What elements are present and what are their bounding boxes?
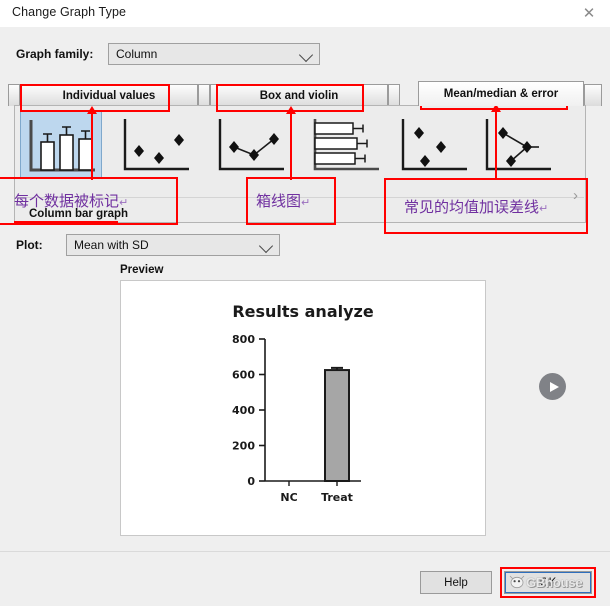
y-tick-label: 200 (232, 440, 255, 453)
gallery-item-connected-mean-error[interactable] (477, 111, 559, 179)
play-triangle (550, 382, 559, 392)
plot-dropdown[interactable]: Mean with SD (66, 234, 280, 256)
dialog-title: Change Graph Type (12, 5, 126, 19)
chevron-down-icon (259, 239, 273, 253)
change-graph-type-dialog: Change Graph Type ✕ Graph family: Column… (0, 0, 610, 606)
chart-bars (325, 368, 349, 481)
close-icon[interactable]: ✕ (574, 2, 604, 24)
graph-family-dropdown[interactable]: Column (108, 43, 320, 65)
play-icon[interactable] (539, 373, 566, 400)
tab-label: Mean/median & error (444, 88, 558, 100)
scatter-mean-error-icon (393, 111, 475, 179)
gallery-item-scatter-dot-plot[interactable] (115, 111, 197, 179)
y-axis-ticks: 0 200 400 600 800 (232, 333, 265, 488)
chevron-right-icon[interactable]: › (573, 187, 578, 204)
tab-gap-1 (198, 84, 210, 106)
plot-label: Plot: (16, 238, 43, 252)
before-after-line-icon (210, 111, 292, 179)
graph-type-gallery: › Column bar graph (14, 105, 586, 223)
preview-label: Preview (120, 264, 163, 276)
tab-scroll-right[interactable] (584, 84, 602, 106)
y-tick-label: 400 (232, 404, 255, 417)
plot-value: Mean with SD (74, 238, 149, 252)
horizontal-bar-graph-icon (303, 111, 385, 179)
graph-type-tabstrip: Individual values Box and violin Mean/me… (8, 81, 602, 106)
tab-label: Individual values (63, 90, 156, 102)
connected-mean-error-icon (477, 111, 559, 179)
chevron-down-icon (299, 48, 313, 62)
tab-label: Box and violin (260, 90, 339, 102)
dialog-titlebar: Change Graph Type ✕ (0, 0, 610, 27)
x-category-label: Treat (321, 491, 353, 504)
gallery-caption: Column bar graph (29, 208, 128, 220)
gallery-item-column-bar-graph[interactable] (20, 111, 102, 179)
chart-bar (325, 370, 349, 481)
ok-button[interactable]: OK (504, 571, 592, 594)
x-category-label: NC (280, 491, 297, 504)
tab-box-and-violin[interactable]: Box and violin (210, 84, 388, 106)
tab-scroll-left[interactable] (8, 84, 20, 106)
footer-separator (0, 551, 610, 552)
y-tick-label: 0 (247, 475, 255, 488)
gallery-separator (16, 197, 584, 198)
gallery-item-before-after-line[interactable] (210, 111, 292, 179)
help-button[interactable]: Help (420, 571, 492, 594)
graph-family-label: Graph family: (16, 47, 93, 61)
scatter-dot-plot-icon (115, 111, 197, 179)
y-tick-label: 800 (232, 333, 255, 346)
preview-chart: Results analyze 0 200 400 600 800 NC Treat (121, 281, 485, 535)
column-bar-graph-icon (21, 112, 103, 180)
tab-mean-median-error[interactable]: Mean/median & error (418, 81, 584, 106)
x-axis-ticks: NC Treat (280, 481, 353, 504)
gallery-item-horizontal-bar-graph[interactable] (303, 111, 385, 179)
y-tick-label: 600 (232, 369, 255, 382)
tab-individual-values[interactable]: Individual values (20, 84, 198, 106)
tab-gap-2 (388, 84, 400, 106)
preview-panel: Results analyze 0 200 400 600 800 NC Treat (120, 280, 486, 536)
gallery-item-scatter-mean-error[interactable] (393, 111, 475, 179)
chart-title: Results analyze (232, 302, 374, 321)
graph-family-value: Column (116, 47, 157, 61)
